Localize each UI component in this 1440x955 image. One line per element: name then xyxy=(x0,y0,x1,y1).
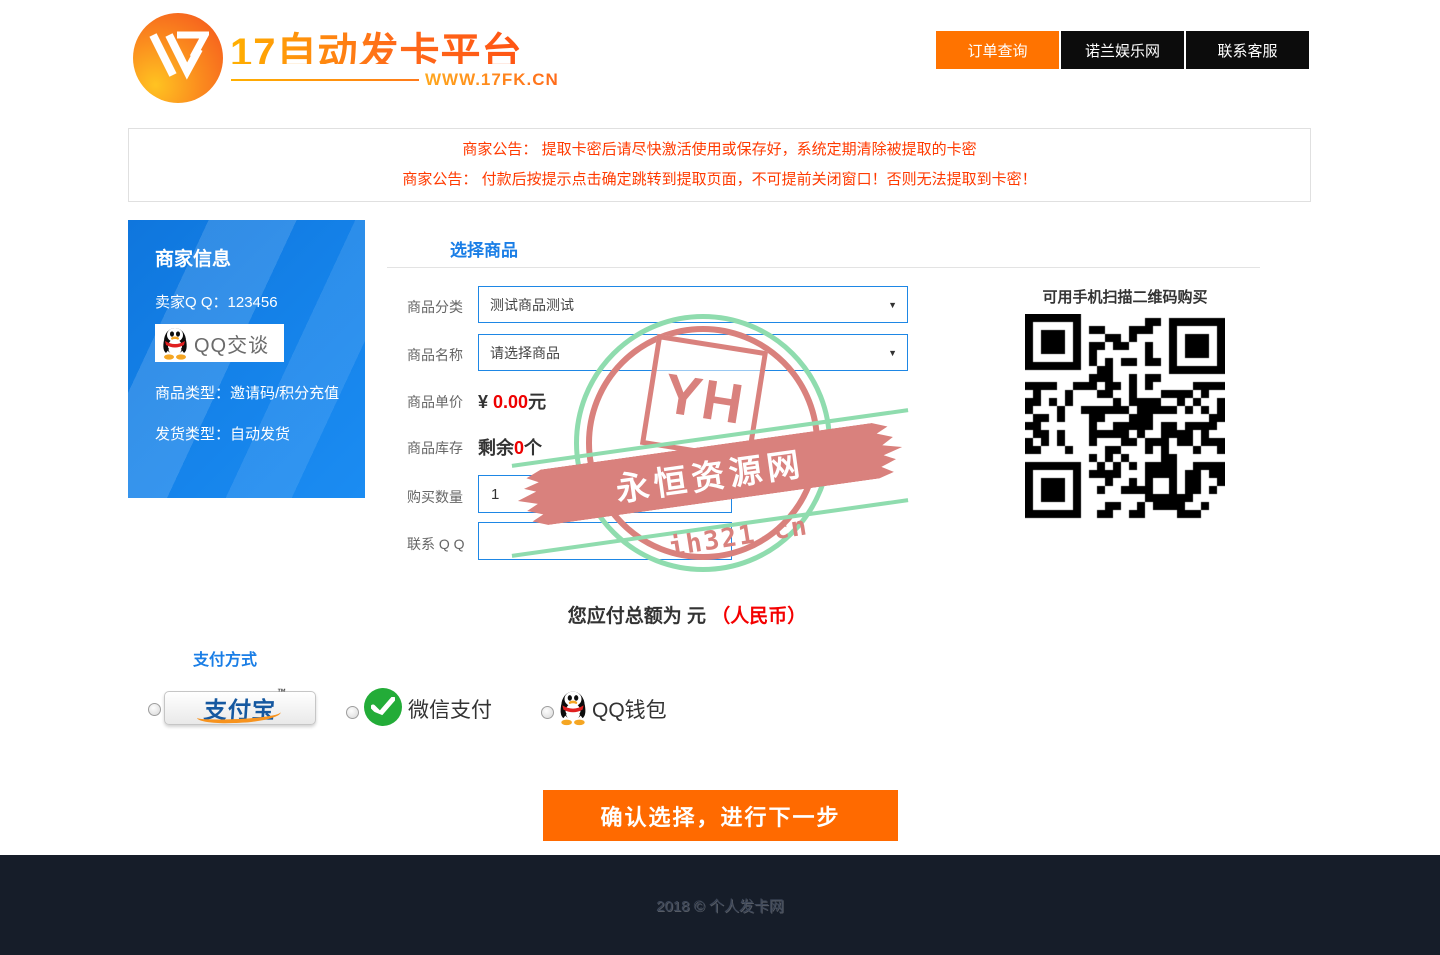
wechat-pay-label[interactable]: 微信支付 xyxy=(408,694,492,724)
nav-nuolan-site[interactable]: 诺兰娱乐网 xyxy=(1061,31,1184,69)
product-name-label: 商品名称 xyxy=(407,345,467,365)
total-prefix: 您应付总额为 元 xyxy=(568,606,712,627)
product-type-row: 商品类型：邀请码/积分充值 xyxy=(155,382,365,403)
notice-line-2: 商家公告： 付款后按提示点击确定跳转到提取页面，不可提前关闭窗口！否则无法提取到… xyxy=(402,171,1036,189)
stamp-monogram: YH xyxy=(660,360,749,437)
nav-order-query[interactable]: 订单查询 xyxy=(936,31,1059,69)
stock-suffix: 个 xyxy=(524,438,542,458)
site-title: 17自动发卡平台 xyxy=(230,20,560,64)
seller-qq-value: 123456 xyxy=(228,294,278,311)
seller-info-panel: 商家信息 卖家Q Q：123456 QQ交谈 商品类型：邀请码/积分充值 发货类… xyxy=(128,220,365,498)
alipay-logo-button[interactable]: 支付宝™ xyxy=(164,691,316,725)
qq-wallet-icon[interactable] xyxy=(556,689,590,726)
confirm-next-step-button[interactable]: 确认选择，进行下一步 xyxy=(543,790,898,841)
seller-qq-row: 卖家Q Q：123456 xyxy=(155,291,365,312)
contact-qq-input[interactable] xyxy=(478,522,732,560)
qr-code-image xyxy=(1025,314,1225,522)
site-logo-icon[interactable] xyxy=(133,13,223,103)
qr-caption: 可用手机扫描二维码购买 xyxy=(1025,286,1225,307)
logo-w-mark-icon xyxy=(147,31,209,87)
delivery-type-value: 自动发货 xyxy=(230,426,290,443)
unit-price-label: 商品单价 xyxy=(407,392,467,412)
chevron-down-icon: ▼ xyxy=(888,348,897,358)
stamp-green-line-top xyxy=(512,408,909,468)
delivery-type-label: 发货类型： xyxy=(155,426,230,443)
price-currency: ¥ xyxy=(478,392,493,412)
qq-chat-label: QQ交谈 xyxy=(194,329,269,358)
price-unit: 元 xyxy=(528,392,546,412)
qq-wallet-label[interactable]: QQ钱包 xyxy=(592,694,667,724)
notice-line-1: 商家公告： 提取卡密后请尽快激活使用或保存好，系统定期清除被提取的卡密 xyxy=(462,141,976,159)
delivery-type-row: 发货类型：自动发货 xyxy=(155,423,365,444)
product-type-label: 商品类型： xyxy=(155,385,230,402)
total-amount-line: 您应付总额为 元 （人民币） xyxy=(387,601,987,628)
choose-product-title: 选择商品 xyxy=(450,236,518,261)
product-name-select[interactable]: 请选择商品 ▼ xyxy=(478,334,908,371)
category-selected-value: 测试商品测试 xyxy=(490,295,574,315)
stock-prefix: 剩余 xyxy=(478,438,514,458)
top-nav: 订单查询 诺兰娱乐网 联系客服 xyxy=(936,31,1309,69)
alipay-radio[interactable] xyxy=(148,703,161,716)
section-divider xyxy=(387,267,1260,268)
qq-penguin-icon xyxy=(159,326,191,360)
payment-options-row: 支付宝™ 微信支付 QQ钱包 xyxy=(0,688,1440,736)
quantity-input[interactable] xyxy=(478,475,732,513)
nav-contact-service[interactable]: 联系客服 xyxy=(1186,31,1309,69)
footer: 2018 © 个人发卡网 xyxy=(0,855,1440,955)
total-currency-note: （人民币） xyxy=(711,606,806,627)
footer-copyright: 2018 © 个人发卡网 xyxy=(0,895,1440,916)
chevron-down-icon: ▼ xyxy=(888,300,897,310)
qq-chat-button[interactable]: QQ交谈 xyxy=(155,324,284,362)
wechat-check-icon xyxy=(371,697,395,717)
alipay-tm: ™ xyxy=(277,687,288,697)
seller-qq-label: 卖家Q Q： xyxy=(155,294,228,311)
contact-qq-label: 联系 Q Q xyxy=(407,534,467,554)
quantity-label: 购买数量 xyxy=(407,487,467,507)
wechat-pay-icon[interactable] xyxy=(364,688,402,726)
product-type-value: 邀请码/积分充值 xyxy=(230,385,339,402)
wechat-radio[interactable] xyxy=(346,706,359,719)
seller-info-title: 商家信息 xyxy=(155,244,365,271)
price-amount: 0.00 xyxy=(493,392,528,412)
product-name-selected-value: 请选择商品 xyxy=(490,343,560,363)
category-select[interactable]: 测试商品测试 ▼ xyxy=(478,286,908,323)
stock-value: 剩余0个 xyxy=(478,434,542,460)
stock-label: 商品库存 xyxy=(407,438,467,458)
page: 17自动发卡平台 WWW.17FK.CN 订单查询 诺兰娱乐网 联系客服 商家公… xyxy=(0,0,1440,955)
payment-method-title: 支付方式 xyxy=(193,646,257,670)
merchant-notice-box: 商家公告： 提取卡密后请尽快激活使用或保存好，系统定期清除被提取的卡密 商家公告… xyxy=(128,128,1311,202)
header: 17自动发卡平台 WWW.17FK.CN 订单查询 诺兰娱乐网 联系客服 xyxy=(0,0,1440,115)
qq-wallet-radio[interactable] xyxy=(541,706,554,719)
site-url: WWW.17FK.CN xyxy=(425,70,559,90)
unit-price-value: ¥ 0.00元 xyxy=(478,388,546,414)
category-label: 商品分类 xyxy=(407,297,467,317)
stock-amount: 0 xyxy=(514,438,524,458)
logo-underline xyxy=(231,79,419,81)
